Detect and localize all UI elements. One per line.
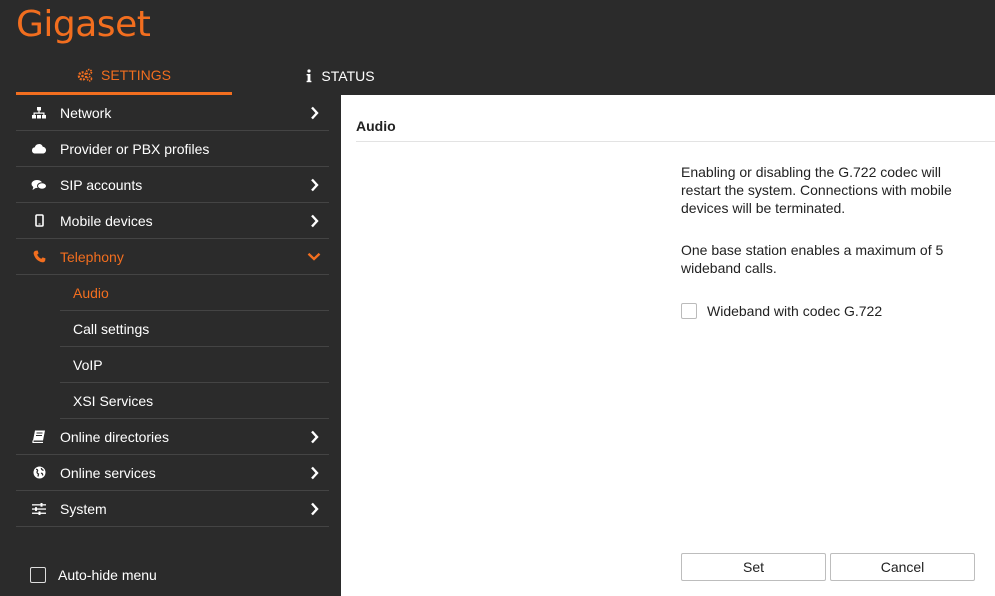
sidebar-item-online-directories[interactable]: Online directories [16, 419, 329, 455]
title-divider [356, 141, 995, 142]
sidebar-item-telephony[interactable]: Telephony [16, 239, 329, 275]
sidebar-subitem-label: Audio [73, 284, 109, 301]
sidebar-subitem-label: XSI Services [73, 392, 154, 409]
sidebar-item-label: Provider or PBX profiles [60, 140, 210, 157]
auto-hide-menu-label: Auto-hide menu [58, 567, 157, 583]
sidebar-item-sip-accounts[interactable]: SIP accounts [16, 167, 329, 203]
wideband-codec-label: Wideband with codec G.722 [707, 303, 883, 319]
wideband-limit-notice: One base station enables a maximum of 5 … [681, 242, 944, 276]
sidebar-subitem-xsi-services[interactable]: XSI Services [60, 383, 329, 419]
chevron-down-icon [299, 252, 329, 261]
book-icon [28, 430, 50, 443]
network-icon [28, 106, 50, 119]
sidebar-subitem-voip[interactable]: VoIP [60, 347, 329, 383]
chevron-right-icon [299, 106, 329, 120]
globe-icon [28, 466, 50, 479]
sidebar: Network Provider or PBX profiles SIP acc… [0, 95, 341, 596]
phone-icon [28, 250, 50, 263]
chevron-right-icon [299, 178, 329, 192]
sliders-icon [28, 502, 50, 515]
set-button[interactable]: Set [681, 553, 826, 581]
mobile-icon [28, 214, 50, 227]
chevron-right-icon [299, 466, 329, 480]
info-icon [305, 69, 313, 83]
tab-status-label: STATUS [321, 68, 375, 84]
auto-hide-menu-checkbox[interactable] [30, 567, 46, 583]
sidebar-item-label: Online directories [60, 428, 169, 445]
sidebar-item-provider-pbx-profiles[interactable]: Provider or PBX profiles [16, 131, 329, 167]
sidebar-item-online-services[interactable]: Online services [16, 455, 329, 491]
header: Gigaset SETTINGS STATUS [0, 0, 995, 95]
sidebar-item-label: Online services [60, 464, 156, 481]
gears-icon [77, 68, 93, 82]
sidebar-subitem-label: VoIP [73, 356, 103, 373]
page-title: Audio [356, 118, 396, 134]
sidebar-item-label: Mobile devices [60, 212, 153, 229]
sidebar-subitem-call-settings[interactable]: Call settings [60, 311, 329, 347]
sidebar-item-label: Network [60, 104, 112, 121]
sidebar-item-label: System [60, 500, 107, 517]
gigaset-logo: Gigaset [16, 4, 151, 45]
sidebar-item-label: SIP accounts [60, 176, 143, 193]
chevron-right-icon [299, 502, 329, 516]
chevron-right-icon [299, 430, 329, 444]
cancel-button[interactable]: Cancel [830, 553, 975, 581]
wideband-codec-checkbox[interactable] [681, 303, 697, 319]
sidebar-item-label: Telephony [60, 248, 124, 265]
main-content: Audio Enabling or disabling the G.722 co… [341, 95, 995, 596]
cloud-icon [28, 143, 50, 154]
chat-icon [28, 179, 50, 191]
sidebar-item-mobile-devices[interactable]: Mobile devices [16, 203, 329, 239]
tab-settings[interactable]: SETTINGS [16, 57, 232, 95]
tab-status[interactable]: STATUS [232, 57, 448, 95]
sidebar-item-system[interactable]: System [16, 491, 329, 527]
auto-hide-menu-toggle[interactable]: Auto-hide menu [30, 567, 157, 583]
chevron-right-icon [299, 214, 329, 228]
sidebar-item-network[interactable]: Network [16, 95, 329, 131]
sidebar-subitem-audio[interactable]: Audio [60, 275, 329, 311]
tab-settings-label: SETTINGS [100, 66, 171, 83]
wideband-codec-option[interactable]: Wideband with codec G.722 [681, 303, 882, 319]
codec-restart-notice: Enabling or disabling the G.722 codec wi… [681, 164, 952, 216]
sidebar-subitem-label: Call settings [73, 320, 150, 337]
